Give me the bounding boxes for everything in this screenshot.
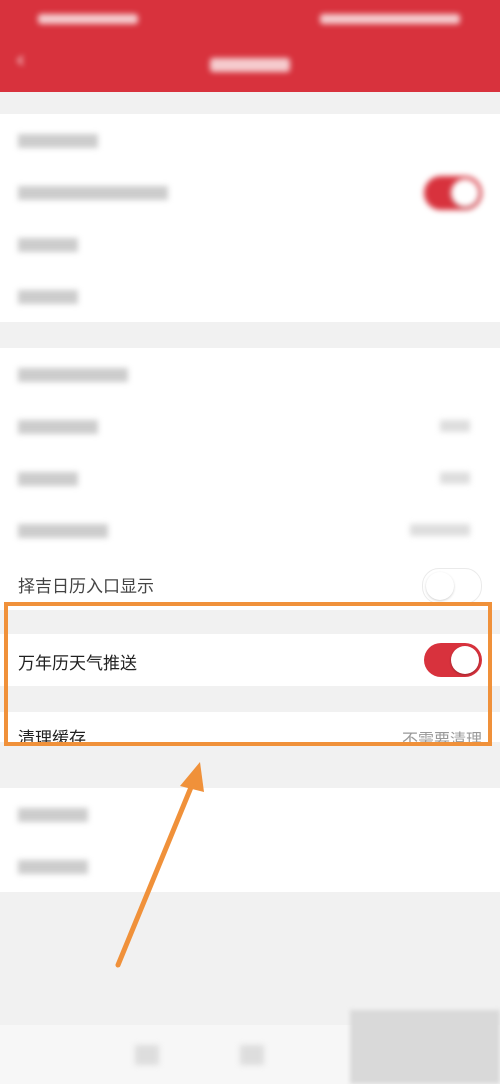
- nav-icon-blurred[interactable]: [135, 1045, 159, 1065]
- watermark: [350, 1010, 500, 1084]
- annotation-arrow-icon: [115, 762, 204, 968]
- nav-icon-blurred[interactable]: [240, 1045, 264, 1065]
